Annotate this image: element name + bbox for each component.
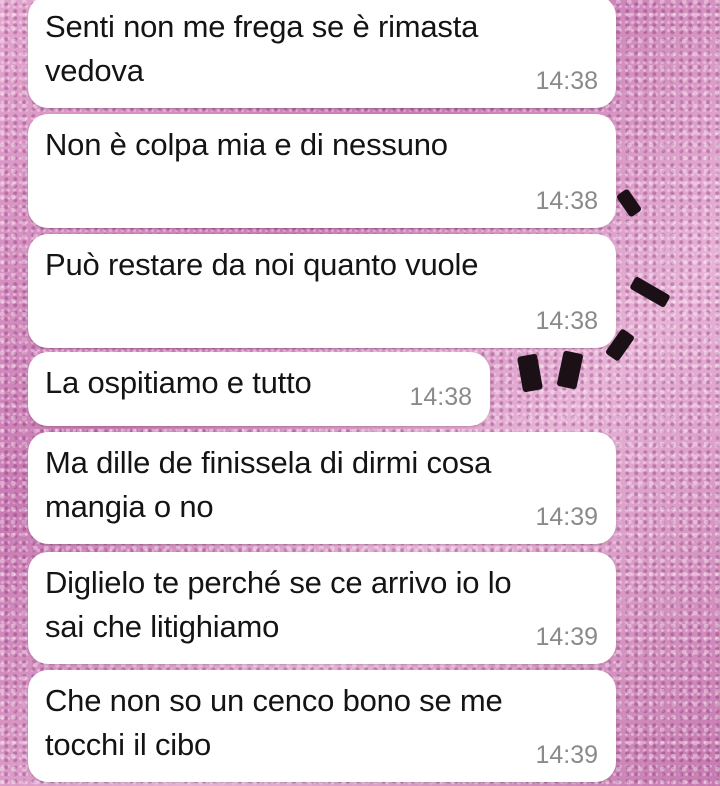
message-text: Senti non me frega se è rimasta vedova xyxy=(45,9,479,88)
message-time: 14:38 xyxy=(409,383,472,411)
message-bubble[interactable]: Diglielo te perché se ce arrivo io lo sa… xyxy=(28,552,616,664)
message-time: 14:39 xyxy=(535,623,598,651)
message-text: La ospitiamo e tutto xyxy=(45,365,312,400)
wallpaper-doodle xyxy=(556,350,584,390)
message-bubble[interactable]: La ospitiamo e tutto 14:38 xyxy=(28,352,490,426)
message-time: 14:38 xyxy=(535,187,598,215)
message-bubble[interactable]: Può restare da noi quanto vuole 14:38 xyxy=(28,234,616,348)
message-text: Che non so un cenco bono se me tocchi il… xyxy=(45,683,503,762)
message-time: 14:39 xyxy=(535,741,598,769)
message-bubble[interactable]: Non è colpa mia e di nessuno 14:38 xyxy=(28,114,616,228)
message-time: 14:38 xyxy=(535,67,598,95)
message-bubble[interactable]: Senti non me frega se è rimasta vedova 1… xyxy=(28,0,616,108)
message-time: 14:39 xyxy=(535,503,598,531)
message-text: Può restare da noi quanto vuole xyxy=(45,247,479,282)
wallpaper-doodle xyxy=(629,275,671,309)
message-text: Non è colpa mia e di nessuno xyxy=(45,127,448,162)
message-text: Ma dille de finissela di dirmi cosa mang… xyxy=(45,445,492,524)
message-bubble[interactable]: Che non so un cenco bono se me tocchi il… xyxy=(28,670,616,782)
message-text: Diglielo te perché se ce arrivo io lo sa… xyxy=(45,565,512,644)
wallpaper-doodle xyxy=(517,353,543,393)
message-bubble[interactable]: Ma dille de finissela di dirmi cosa mang… xyxy=(28,432,616,544)
wallpaper-doodle xyxy=(615,188,643,218)
message-time: 14:38 xyxy=(535,307,598,335)
